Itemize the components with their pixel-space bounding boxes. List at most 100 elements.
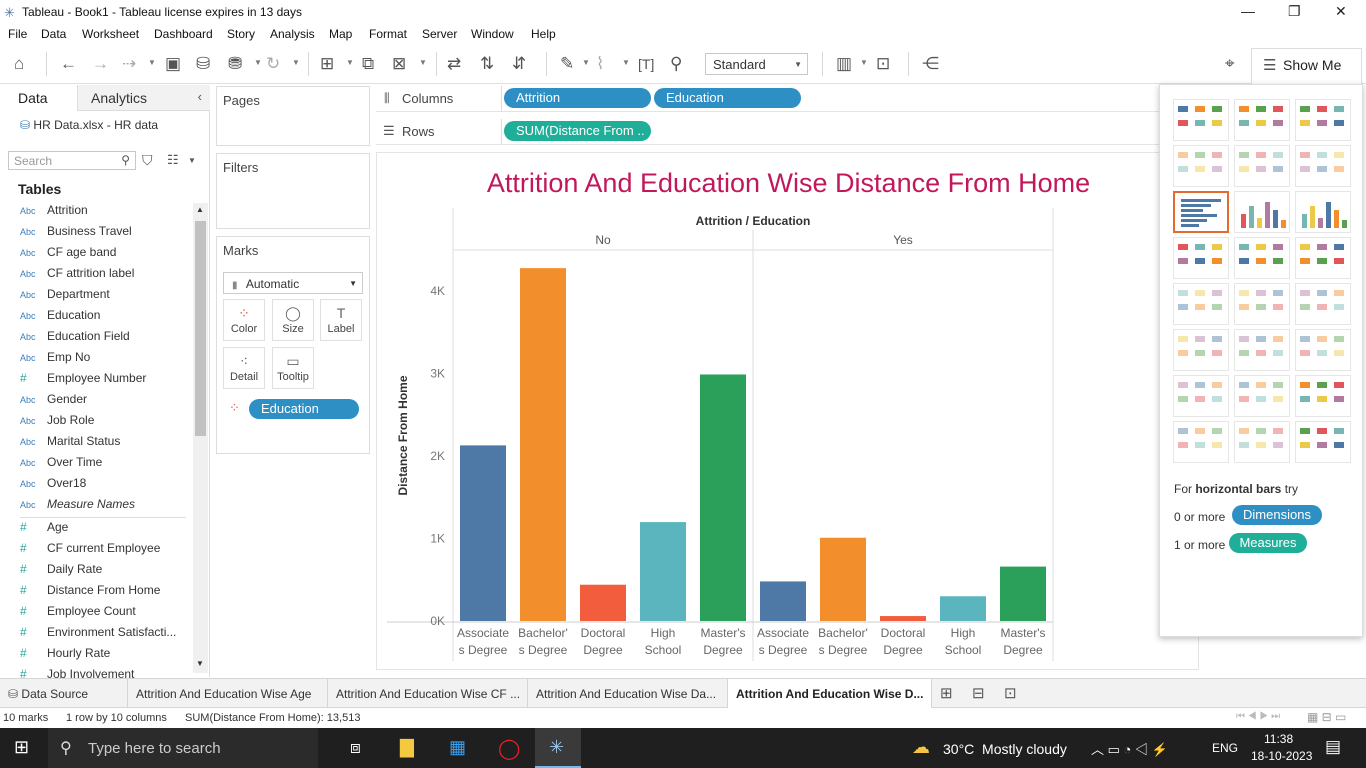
sheet-tab[interactable]: Attrition And Education Wise Age <box>128 679 328 708</box>
chevron-down-icon[interactable]: ▼ <box>188 156 196 165</box>
dimension-field[interactable]: Abc Attrition <box>20 203 195 224</box>
menu-map[interactable]: Map <box>329 27 352 41</box>
clock-time[interactable]: 11:38 <box>1264 732 1293 746</box>
chart-type-option[interactable] <box>1173 99 1229 141</box>
new-dashboard-tab-icon[interactable]: ⊟ <box>972 684 985 702</box>
chevron-down-icon[interactable]: ▼ <box>860 58 868 67</box>
dimension-field[interactable]: # Employee Number <box>20 371 195 392</box>
dimension-field[interactable]: Abc Education Field <box>20 329 195 350</box>
chevron-down-icon[interactable]: ▼ <box>148 58 156 67</box>
chart-type-option[interactable] <box>1295 283 1351 325</box>
new-worksheet-tab-icon[interactable]: ⊞ <box>940 684 953 702</box>
duplicate-sheet-icon[interactable]: ⧉ <box>362 54 374 74</box>
restore-icon[interactable]: ❐ <box>1288 3 1301 20</box>
education-color-pill[interactable]: Education <box>249 399 359 419</box>
sort-descending-icon[interactable]: ⇵ <box>512 54 526 74</box>
fit-mode-select[interactable]: Standard ▼ <box>705 53 808 75</box>
tab-analytics[interactable]: Analytics ‹ <box>77 85 210 111</box>
dimension-field[interactable]: Abc Measure Names <box>20 497 195 518</box>
tableau-taskbar-app[interactable]: ✳ <box>535 728 581 768</box>
search-input[interactable]: Search ⚲ <box>8 151 136 170</box>
task-view-icon[interactable]: ⧈ <box>350 738 361 758</box>
chart-type-option[interactable] <box>1295 145 1351 187</box>
refresh-icon[interactable]: ↻ <box>266 54 280 74</box>
new-datasource-icon[interactable]: ⛁ <box>196 54 210 74</box>
scroll-up-icon[interactable]: ▲ <box>196 205 204 214</box>
measure-field[interactable]: # Employee Count <box>20 604 195 625</box>
highlight-icon[interactable]: ✎ <box>560 54 574 74</box>
sheet-tab[interactable]: Attrition And Education Wise CF ... <box>328 679 528 708</box>
chart-type-option[interactable] <box>1173 283 1229 325</box>
minimize-icon[interactable]: — <box>1241 3 1255 19</box>
chart-type-option[interactable] <box>1234 99 1290 141</box>
show-labels-icon[interactable]: [T] <box>638 54 654 74</box>
dimension-field[interactable]: Abc Business Travel <box>20 224 195 245</box>
menu-dashboard[interactable]: Dashboard <box>154 27 213 41</box>
swap-axes-icon[interactable]: ⇄ <box>447 54 461 74</box>
show-cards-icon[interactable]: ▥ <box>836 54 852 74</box>
taskbar-search[interactable]: ⚲ Type here to search <box>48 728 318 768</box>
scrollbar-thumb[interactable] <box>195 221 206 436</box>
chevron-down-icon[interactable]: ▼ <box>346 58 354 67</box>
menu-data[interactable]: Data <box>41 27 66 41</box>
chevron-down-icon[interactable]: ▼ <box>582 58 590 67</box>
file-explorer-icon[interactable]: ▇ <box>400 737 414 758</box>
sheet-tab-active[interactable]: Attrition And Education Wise D... <box>728 679 932 708</box>
chart-type-option[interactable] <box>1234 145 1290 187</box>
measure-field[interactable]: # Environment Satisfacti... <box>20 625 195 646</box>
weather-text[interactable]: 30°C Mostly cloudy <box>943 741 1067 757</box>
datasource-tab[interactable]: ⛁ Data Source <box>0 679 128 708</box>
dimension-field[interactable]: Abc Job Role <box>20 413 195 434</box>
opera-icon[interactable]: ◯ <box>498 736 520 761</box>
undo-icon[interactable]: ← <box>60 54 77 74</box>
windows-start-icon[interactable]: ⊞ <box>14 737 29 758</box>
dimension-field[interactable]: Abc Department <box>20 287 195 308</box>
education-pill[interactable]: Education <box>654 88 801 108</box>
chevron-down-icon[interactable]: ▼ <box>292 58 300 67</box>
tray-icons[interactable]: ︿ ▭ ◔ ◁ ⚡ <box>1091 739 1168 758</box>
save-icon[interactable]: ▣ <box>165 54 181 74</box>
measure-field[interactable]: # Hourly Rate <box>20 646 195 667</box>
clock-date[interactable]: 18-10-2023 <box>1251 749 1312 763</box>
dimension-field[interactable]: Abc Gender <box>20 392 195 413</box>
filters-card[interactable]: Filters <box>216 153 370 229</box>
dimension-field[interactable]: Abc Over Time <box>20 455 195 476</box>
sheet-nav-icon[interactable]: ⏮ ◀ ▶ ⏭ <box>1236 711 1280 722</box>
share-icon[interactable]: ⋲ <box>922 54 939 74</box>
measure-field[interactable]: # Distance From Home <box>20 583 195 604</box>
menu-analysis[interactable]: Analysis <box>270 27 315 41</box>
dimension-field[interactable]: Abc CF age band <box>20 245 195 266</box>
chart-type-option[interactable] <box>1295 237 1351 279</box>
sheet-sorter-icon[interactable]: ▦ ⊟ ▭ <box>1307 710 1346 724</box>
distance-measure-pill[interactable]: SUM(Distance From .. <box>504 121 651 141</box>
chart-type-option[interactable] <box>1173 375 1229 417</box>
new-worksheet-icon[interactable]: ⊞ <box>320 54 334 74</box>
tab-data[interactable]: Data <box>0 85 77 111</box>
language-indicator[interactable]: ENG <box>1212 741 1238 755</box>
chart-type-option[interactable] <box>1234 283 1290 325</box>
chart-type-option[interactable] <box>1234 237 1290 279</box>
sort-ascending-icon[interactable]: ⇅ <box>480 54 494 74</box>
chart-type-option[interactable] <box>1295 329 1351 371</box>
pause-update-icon[interactable]: ⛃ <box>228 54 242 74</box>
menu-file[interactable]: File <box>8 27 27 41</box>
menu-story[interactable]: Story <box>227 27 255 41</box>
show-me-button[interactable]: ☰ Show Me <box>1251 48 1362 84</box>
new-story-tab-icon[interactable]: ⊡ <box>1004 684 1017 702</box>
menu-window[interactable]: Window <box>471 27 514 41</box>
chart-type-option[interactable] <box>1234 329 1290 371</box>
detail-button[interactable]: ⁖ Detail <box>223 347 265 389</box>
menu-server[interactable]: Server <box>422 27 457 41</box>
filter-icon[interactable]: ⛉ <box>142 152 153 169</box>
label-button[interactable]: T Label <box>320 299 362 341</box>
chart-type-option[interactable] <box>1234 375 1290 417</box>
mark-type-select[interactable]: ▮ Automatic ▼ <box>223 272 363 294</box>
chart-type-option[interactable] <box>1295 99 1351 141</box>
chart-type-option[interactable] <box>1234 421 1290 463</box>
collapse-icon[interactable]: ‹ <box>198 89 202 104</box>
close-icon[interactable]: ✕ <box>1335 3 1347 20</box>
measure-field[interactable]: # CF current Employee <box>20 541 195 562</box>
chart-type-option[interactable] <box>1173 237 1229 279</box>
chart-type-option[interactable] <box>1234 191 1290 233</box>
sheet-tab[interactable]: Attrition And Education Wise Da... <box>528 679 728 708</box>
